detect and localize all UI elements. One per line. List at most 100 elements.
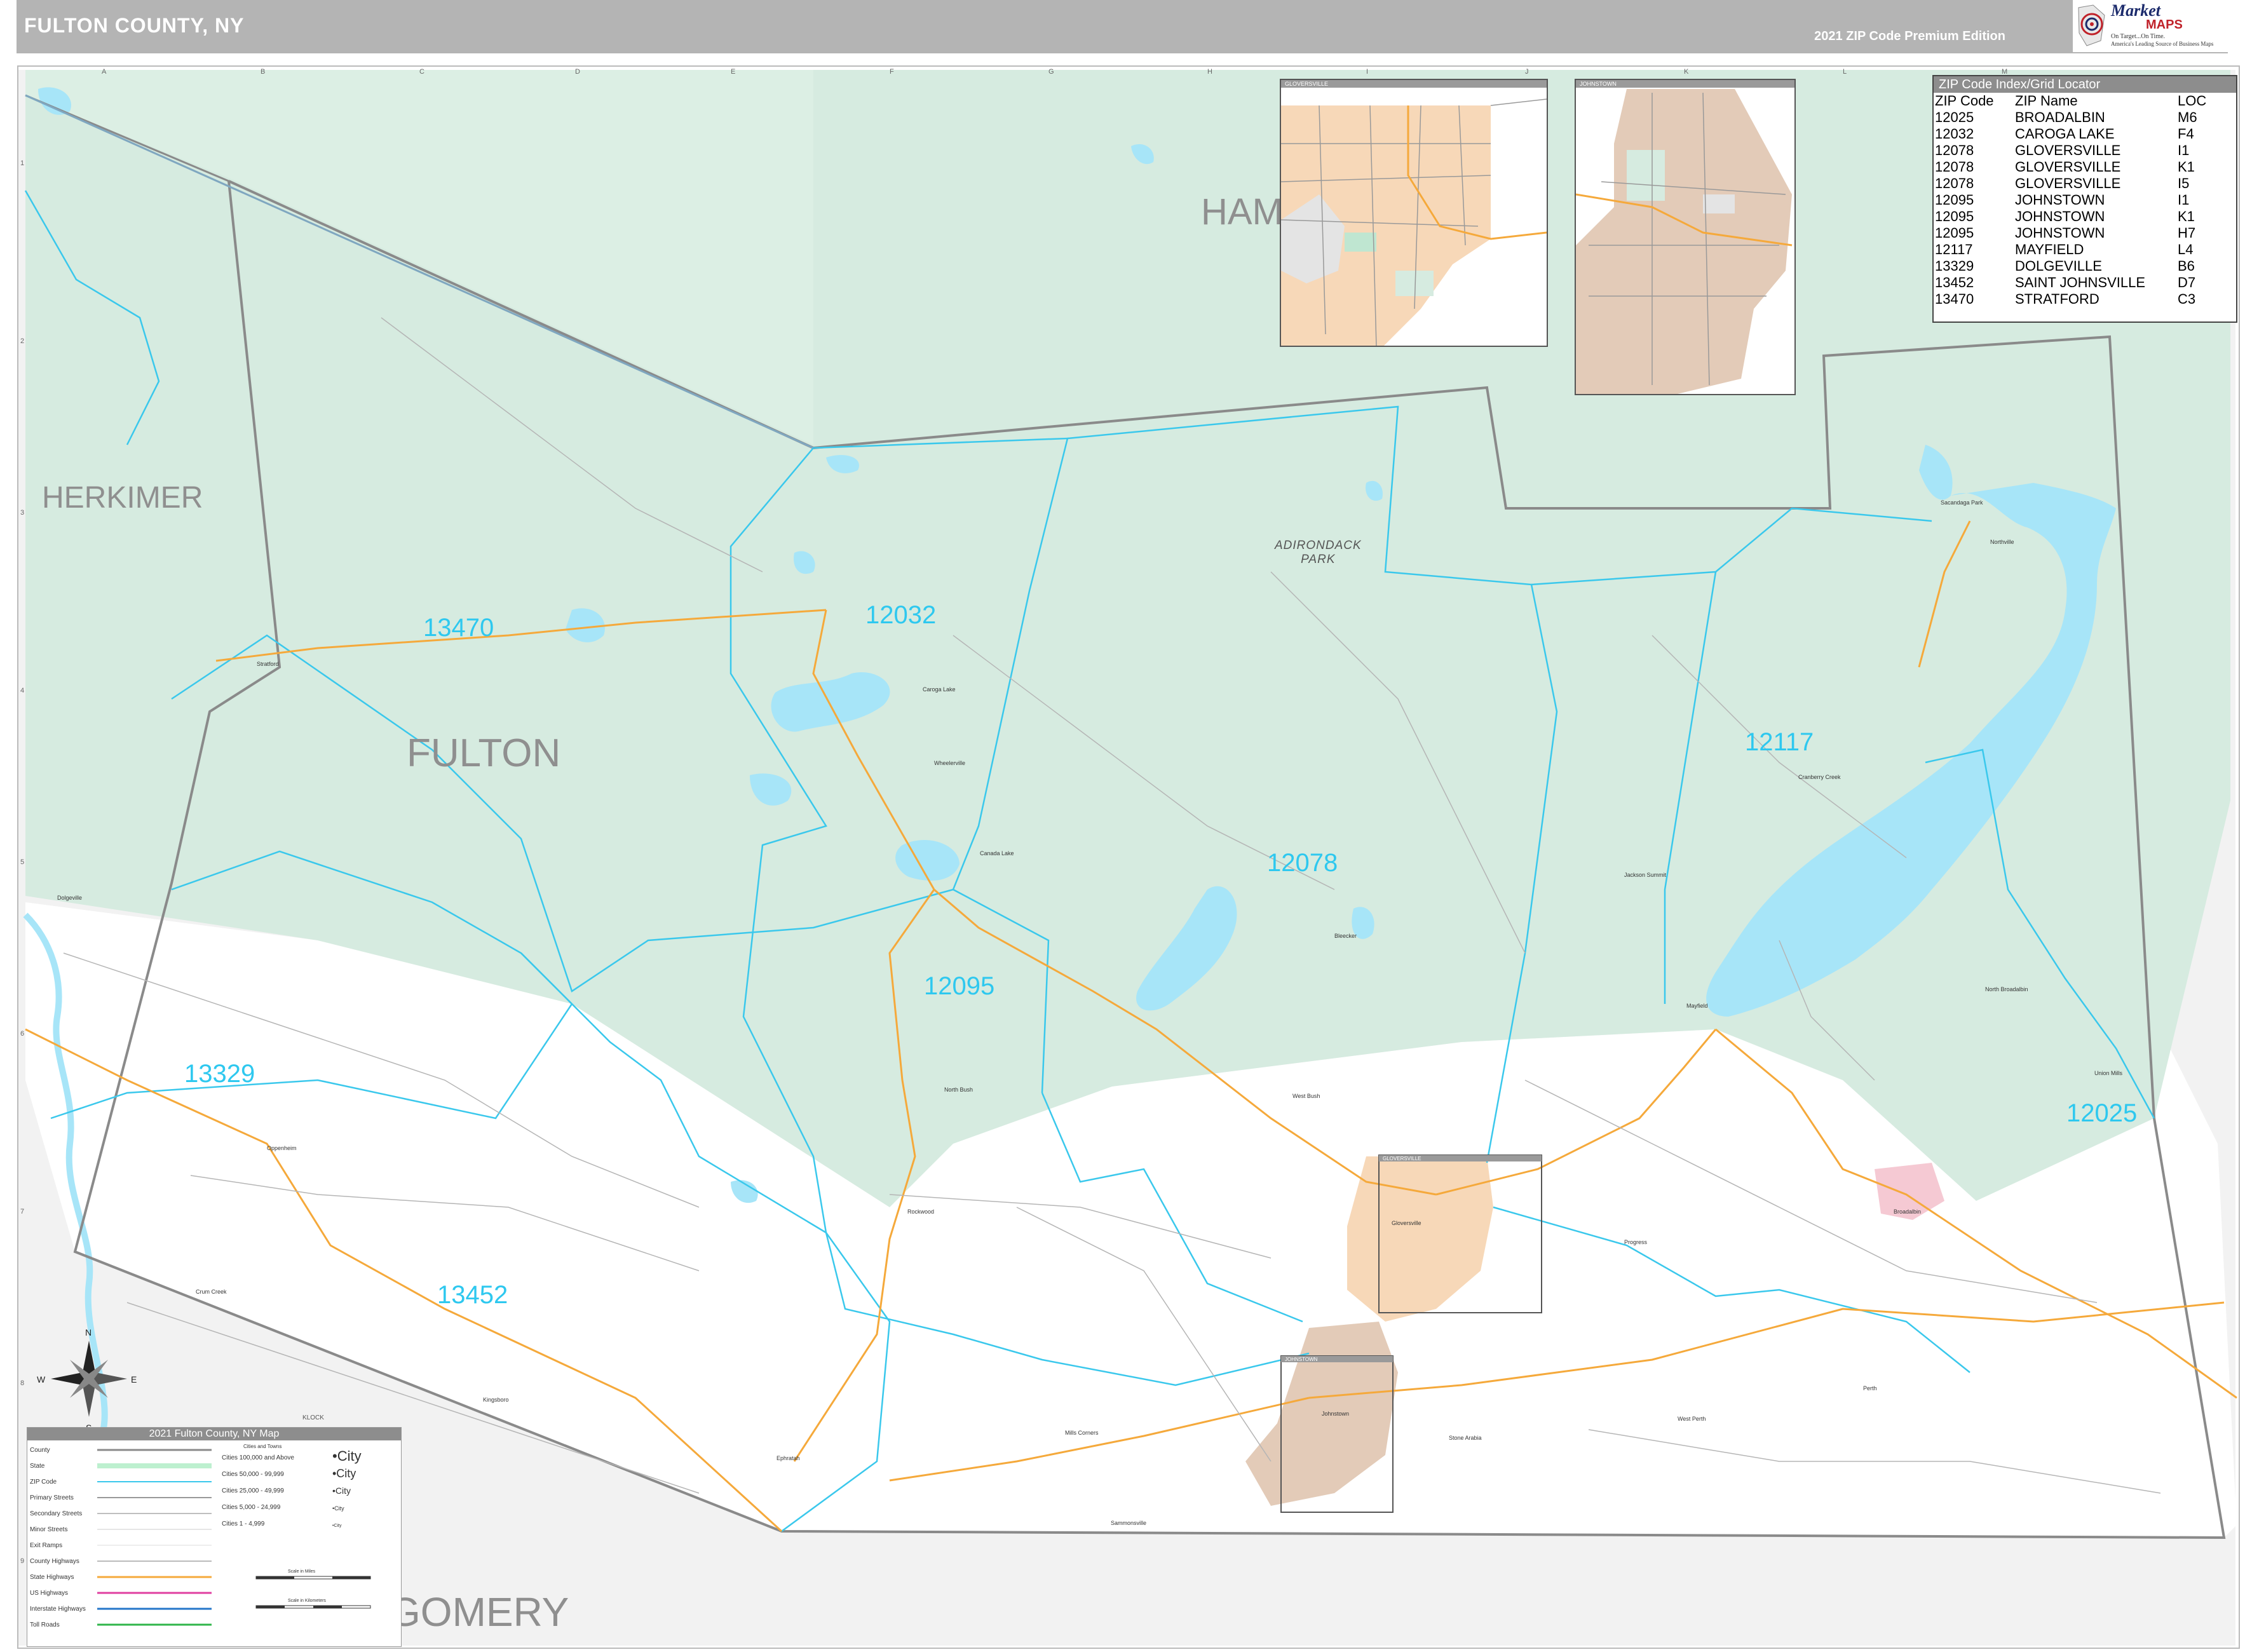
- legend-item-minor: Minor Streets: [30, 1526, 67, 1533]
- legend-item-state-hwy: State Highways: [30, 1574, 74, 1581]
- zip-code-index: ZIP Code Index/Grid Locator ZIP Code ZIP…: [1932, 75, 2237, 323]
- grid-col-d: D: [575, 68, 580, 76]
- zip-label-12032[interactable]: 12032: [865, 601, 936, 630]
- place-label: Sammonsville: [1111, 1520, 1147, 1526]
- place-label: Bleecker: [1334, 933, 1357, 939]
- zip-index-col-name: ZIP Name: [2015, 93, 2078, 109]
- zip-label-13329[interactable]: 13329: [184, 1060, 255, 1088]
- edition-label: 2021 ZIP Code Premium Edition: [1814, 29, 2005, 43]
- place-label: Canada Lake: [980, 850, 1014, 856]
- legend-item-county-hwy: County Highways: [30, 1558, 79, 1565]
- zip-cell: 13470: [1935, 291, 1974, 307]
- grid-row-8: 8: [20, 1379, 24, 1387]
- zip-cell: 12078: [1935, 175, 1974, 191]
- legend-city-class-3: Cities 25,000 - 49,999: [222, 1487, 284, 1494]
- target-map-icon: [2078, 4, 2105, 46]
- name-cell: DOLGEVILLE: [2015, 258, 2102, 274]
- zip-index-row[interactable]: 12095 JOHNSTOWN K1: [1935, 208, 2220, 225]
- zip-label-13452[interactable]: 13452: [437, 1281, 508, 1310]
- zip-index-row[interactable]: 12095 JOHNSTOWN H7: [1935, 225, 2220, 241]
- loc-cell: I1: [2178, 142, 2190, 158]
- legend-city-sample-5: •City: [332, 1524, 342, 1528]
- locator-title-gloversville: GLOVERSVILLE: [1383, 1156, 1421, 1161]
- legend-city-class-1: Cities 100,000 and Above: [222, 1454, 294, 1461]
- zip-index-row[interactable]: 12032 CAROGA LAKE F4: [1935, 126, 2220, 142]
- legend-city-class-4: Cities 5,000 - 24,999: [222, 1504, 281, 1511]
- legend-item-primary: Primary Streets: [30, 1494, 74, 1501]
- market-maps-logo[interactable]: Market MAPS On Target...On Time. America…: [2073, 0, 2235, 52]
- zip-cell: 13329: [1935, 258, 1974, 274]
- logo-tagline-1: On Target...On Time.: [2111, 33, 2166, 40]
- county-map[interactable]: A B C D E F G H I J K L M 1 2 3 4 5 6 7 …: [0, 0, 2245, 1652]
- place-label: North Broadalbin: [1985, 986, 2028, 992]
- zip-index-row[interactable]: 12025 BROADALBIN M6: [1935, 109, 2220, 126]
- zip-cell: 12117: [1935, 241, 1973, 257]
- grid-row-9: 9: [20, 1557, 24, 1565]
- zip-index-row[interactable]: 12078 GLOVERSVILLE I1: [1935, 142, 2220, 159]
- zip-label-12095[interactable]: 12095: [924, 972, 994, 1001]
- zip-index-row[interactable]: 13452 SAINT JOHNSVILLE D7: [1935, 274, 2220, 291]
- loc-cell: I1: [2178, 192, 2190, 208]
- zip-label-13470[interactable]: 13470: [423, 614, 494, 642]
- inset-map-johnstown[interactable]: JOHNSTOWN: [1575, 79, 1796, 395]
- map-title: FULTON COUNTY, NY: [24, 14, 245, 37]
- name-cell: MAYFIELD: [2015, 241, 2084, 257]
- county-label-ham: HAM: [1201, 191, 1283, 233]
- zip-label-12078[interactable]: 12078: [1267, 849, 1338, 877]
- zip-index-row[interactable]: 12078 GLOVERSVILLE K1: [1935, 159, 2220, 175]
- legend-item-county: County: [30, 1447, 50, 1454]
- zip-label-12025[interactable]: 12025: [2066, 1099, 2137, 1128]
- legend-title: 2021 Fulton County, NY Map: [27, 1428, 401, 1440]
- compass-w: W: [37, 1374, 46, 1385]
- loc-cell: I5: [2178, 175, 2190, 191]
- place-label: Stone Arabia: [1449, 1435, 1482, 1441]
- name-cell: BROADALBIN: [2015, 109, 2105, 125]
- place-label: Rockwood: [907, 1209, 935, 1215]
- zip-index-table: ZIP Code ZIP Name LOC 12025 BROADALBIN M6 …: [1935, 93, 2220, 308]
- grid-row-6: 6: [20, 1030, 24, 1038]
- legend-item-us-hwy: US Highways: [30, 1590, 68, 1597]
- grid-row-2: 2: [20, 337, 24, 345]
- name-cell: JOHNSTOWN: [2015, 208, 2105, 224]
- loc-cell: H7: [2178, 225, 2196, 241]
- legend-city-class-2: Cities 50,000 - 99,999: [222, 1471, 284, 1478]
- zip-index-row[interactable]: 13329 DOLGEVILLE B6: [1935, 258, 2220, 274]
- legend-city-sample-1: •City: [332, 1448, 362, 1464]
- zip-cell: 12078: [1935, 159, 1974, 175]
- county-label-herkimer: HERKIMER: [42, 481, 203, 515]
- grid-col-h: H: [1207, 68, 1212, 76]
- legend-city-sample-2: •City: [332, 1467, 356, 1480]
- zip-index-row[interactable]: 13470 STRATFORD C3: [1935, 291, 2220, 308]
- place-label: Gloversville: [1392, 1220, 1421, 1226]
- name-cell: JOHNSTOWN: [2015, 192, 2105, 208]
- loc-cell: F4: [2178, 126, 2194, 142]
- place-label: Progress: [1624, 1239, 1648, 1245]
- grid-row-3: 3: [20, 509, 24, 517]
- grid-col-i: I: [1366, 68, 1368, 76]
- name-cell: GLOVERSVILLE: [2015, 175, 2121, 191]
- place-label: Stratford: [257, 661, 279, 667]
- legend-body: County State ZIP Code Primary Streets Se…: [30, 1444, 371, 1628]
- inset-johnstown-map: [1576, 88, 1794, 394]
- place-label: Mayfield: [1686, 1003, 1708, 1009]
- grid-row-1: 1: [20, 159, 24, 167]
- legend-city-class-5: Cities 1 - 4,999: [222, 1520, 265, 1527]
- zip-index-row[interactable]: 12078 GLOVERSVILLE I5: [1935, 175, 2220, 192]
- inset-map-gloversville[interactable]: GLOVERSVILLE: [1280, 79, 1548, 347]
- zip-index-row[interactable]: 12117 MAYFIELD L4: [1935, 241, 2220, 258]
- grid-col-c: C: [419, 68, 424, 76]
- loc-cell: B6: [2178, 258, 2195, 274]
- place-label: Jackson Summit: [1624, 872, 1667, 878]
- place-label: Broadalbin: [1894, 1209, 1922, 1215]
- legend-item-secondary: Secondary Streets: [30, 1510, 82, 1517]
- loc-cell: M6: [2178, 109, 2197, 125]
- grid-row-5: 5: [20, 858, 24, 866]
- map-legend: 2021 Fulton County, NY Map County State …: [27, 1427, 402, 1647]
- zip-label-12117[interactable]: 12117: [1745, 728, 1814, 757]
- zip-cell: 12095: [1935, 208, 1974, 224]
- zip-index-row[interactable]: 12095 JOHNSTOWN I1: [1935, 192, 2220, 208]
- legend-item-zip: ZIP Code: [30, 1479, 57, 1486]
- place-label: Dolgeville: [57, 895, 83, 901]
- inset-title-gloversville: GLOVERSVILLE: [1281, 80, 1547, 88]
- legend-item-toll: Toll Roads: [30, 1622, 60, 1628]
